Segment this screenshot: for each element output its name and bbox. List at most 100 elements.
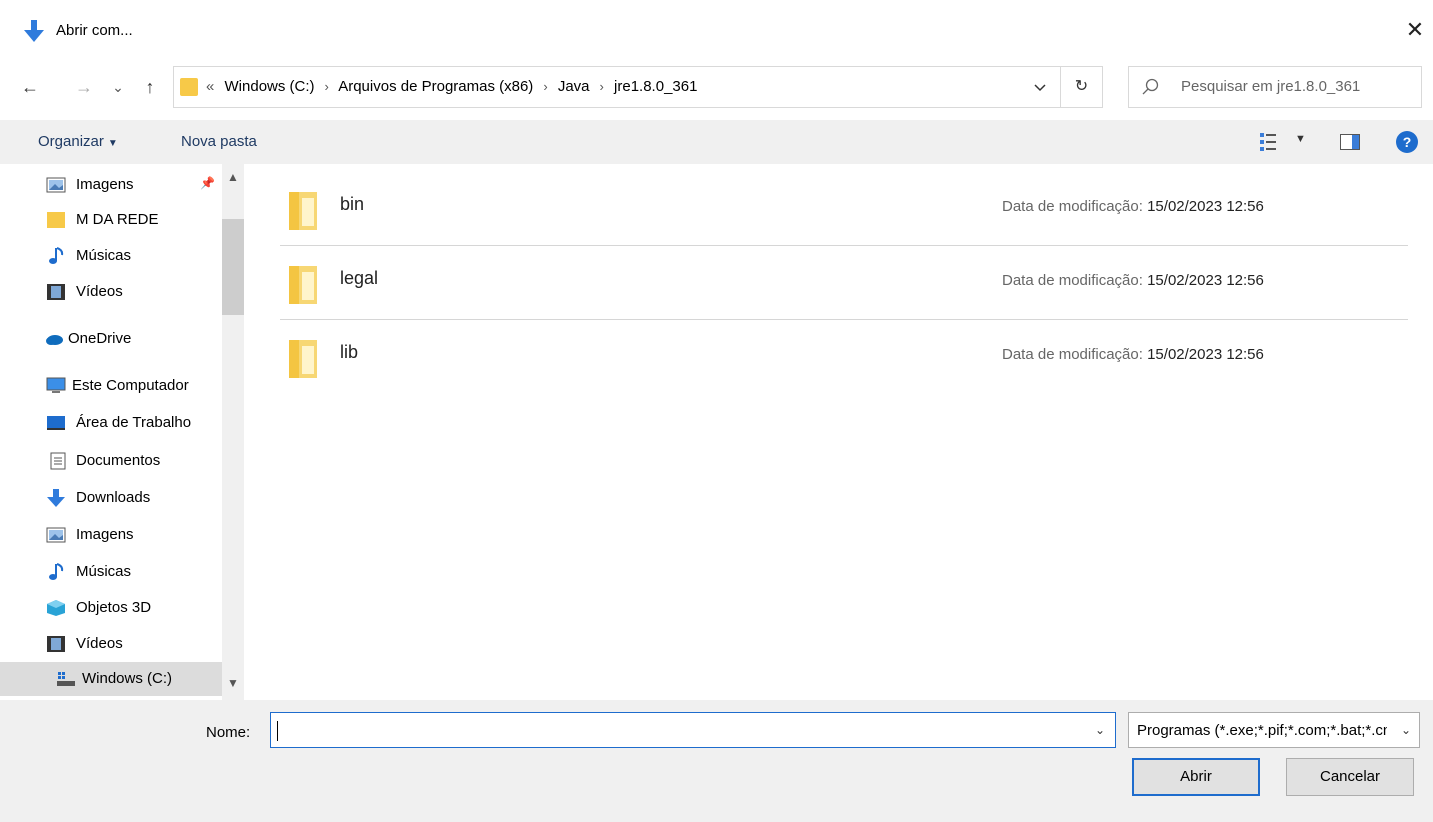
close-button[interactable]: ✕ [1397,12,1433,48]
file-modified-label: Data de modificação: [1002,346,1143,363]
chevron-down-icon: ⌄ [1400,723,1411,737]
downloads-icon [47,489,65,507]
sidebar-item-label: Músicas [76,563,132,580]
navigation-pane[interactable]: Imagens 📌 M DA REDE Músicas Vídeos OneDr… [0,164,248,700]
file-modified: Data de modificação: 15/02/2023 12:56 [1002,346,1264,363]
file-modified-date: 15/02/2023 12:56 [1147,198,1264,215]
search-box[interactable]: Pesquisar em jre1.8.0_361 [1128,66,1422,108]
file-list[interactable]: bin Data de modificação: 15/02/2023 12:5… [248,164,1433,700]
breadcrumb-separator[interactable]: › [325,79,329,94]
sidebar-item-area-de-trabalho[interactable]: Área de Trabalho [0,406,222,440]
sidebar-item-musicas-2[interactable]: Músicas [0,555,222,589]
search-icon [1142,78,1159,95]
desktop-icon [47,416,65,430]
onedrive-icon [46,335,63,345]
caret-down-icon: ▼ [107,138,118,149]
new-folder-button[interactable]: Nova pasta [181,133,257,150]
caret-down-icon[interactable]: ▼ [1295,133,1306,145]
forward-button[interactable]: → [72,74,96,100]
file-row-bin[interactable]: bin Data de modificação: 15/02/2023 12:5… [280,172,1400,244]
file-name: lib [340,342,359,362]
text-caret [277,721,278,741]
file-name-label: Nome: [206,724,251,741]
preview-pane-icon[interactable] [1340,134,1360,150]
sidebar-item-label: Vídeos [76,283,123,300]
sidebar-item-label: Vídeos [76,635,123,652]
help-icon[interactable]: ? [1396,131,1418,153]
open-button[interactable]: Abrir [1132,758,1260,796]
chevron-down-icon[interactable]: ⌄ [1095,723,1105,737]
sidebar-item-downloads[interactable]: Downloads [0,481,222,515]
search-placeholder: Pesquisar em jre1.8.0_361 [1181,78,1361,95]
scroll-up-icon[interactable]: ▲ [227,170,239,184]
videos-icon [47,284,65,300]
sidebar-item-label: Downloads [76,489,151,506]
navigation-bar: ← → ⌄ ↑ « Windows (C:) › Arquivos de Prog… [0,58,1433,116]
file-name-input[interactable]: ⌄ [270,712,1116,748]
sidebar-item-label: Imagens [76,176,134,193]
music-icon [49,563,64,580]
file-row-lib[interactable]: lib Data de modificação: 15/02/2023 12:5… [280,320,1400,392]
organize-button[interactable]: Organizar ▼ [38,133,118,150]
address-bar[interactable]: « Windows (C:) › Arquivos de Programas (x… [173,66,1103,108]
drive-icon [57,672,75,686]
refresh-icon[interactable]: ↻ [1060,67,1102,107]
file-type-value: Programas (*.exe;*.pif;*.com;*.bat;*.cmd… [1137,722,1387,739]
breadcrumb-item[interactable]: Windows (C:) [225,78,315,95]
sidebar-item-videos[interactable]: Vídeos [0,275,222,309]
sidebar-item-este-computador[interactable]: Este Computador [0,369,222,403]
breadcrumb-item[interactable]: Arquivos de Programas (x86) [338,78,533,95]
sidebar-item-imagens-2[interactable]: Imagens [0,518,222,552]
file-row-legal[interactable]: legal Data de modificação: 15/02/2023 12… [280,246,1400,318]
sidebar-item-label: Músicas [76,247,132,264]
sidebar-item-label: Imagens [76,526,134,543]
organize-label: Organizar [38,133,104,150]
file-modified-date: 15/02/2023 12:56 [1147,272,1264,289]
computer-icon [46,377,66,393]
view-options-icon[interactable] [1259,132,1277,152]
file-name: legal [340,268,379,288]
sidebar-item-documentos[interactable]: Documentos [0,444,222,478]
file-modified-label: Data de modificação: [1002,198,1143,215]
objects3d-icon [47,600,65,616]
documents-icon [50,452,66,470]
command-toolbar: Organizar ▼ Nova pasta ▼ ? [0,120,1433,164]
breadcrumb-separator[interactable]: › [600,79,604,94]
breadcrumb-item[interactable]: Java [558,78,590,95]
sidebar-item-musicas[interactable]: Músicas [0,239,222,273]
chevron-down-icon[interactable] [1028,77,1052,99]
sidebar-item-label: Este Computador [72,377,189,394]
pictures-icon [46,177,66,193]
up-button[interactable]: ↑ [138,74,162,100]
breadcrumb-separator[interactable]: › [543,79,547,94]
pin-icon[interactable]: 📌 [200,176,215,190]
sidebar-scrollbar-thumb[interactable] [222,219,244,315]
pictures-icon [46,527,66,543]
folder-icon [180,78,198,96]
sidebar-item-label: Área de Trabalho [76,414,192,431]
scroll-down-icon[interactable]: ▼ [227,676,239,690]
recent-locations-button[interactable]: ⌄ [106,74,130,100]
breadcrumb-overflow[interactable]: « [206,78,214,95]
download-arrow-icon [24,20,44,42]
sidebar-item-imagens[interactable]: Imagens [0,168,222,202]
breadcrumb-item[interactable]: jre1.8.0_361 [614,78,697,95]
sidebar-item-windows-c[interactable]: Windows (C:) [0,662,222,696]
folder-icon [289,266,317,304]
back-button[interactable]: ← [18,74,42,100]
dialog-title: Abrir com... [56,22,133,39]
cancel-button[interactable]: Cancelar [1286,758,1414,796]
folder-icon [289,340,317,378]
folder-icon [289,192,317,230]
sidebar-item-onedrive[interactable]: OneDrive [0,322,222,356]
file-modified: Data de modificação: 15/02/2023 12:56 [1002,272,1264,289]
file-type-select[interactable]: Programas (*.exe;*.pif;*.com;*.bat;*.cmd… [1128,712,1420,748]
sidebar-item-label: Documentos [76,452,161,469]
sidebar-item-label: Windows (C:) [82,670,173,687]
sidebar-item-videos-2[interactable]: Vídeos [0,627,222,661]
title-bar: Abrir com... ✕ [0,0,1433,58]
sidebar-item-m-da-rede[interactable]: M DA REDE [0,203,222,237]
sidebar-item-label: OneDrive [68,330,132,347]
sidebar-item-objetos-3d[interactable]: Objetos 3D [0,591,222,625]
file-modified-date: 15/02/2023 12:56 [1147,346,1264,363]
